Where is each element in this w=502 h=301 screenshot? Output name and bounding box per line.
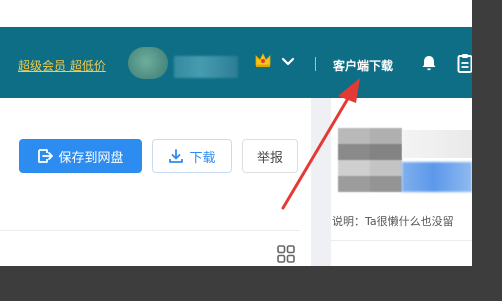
download-label: 下载 (189, 150, 216, 166)
report-label: 举报 (256, 150, 283, 166)
sharer-avatar-pixelated[interactable] (338, 128, 402, 192)
crown-icon (255, 53, 271, 67)
sharer-description: 说明：Ta很懒什么也没留 (332, 215, 454, 228)
save-to-disk-icon (38, 149, 54, 163)
sharer-info-blurred (402, 130, 472, 158)
header-divider (315, 57, 316, 71)
username-blurred (174, 56, 238, 78)
content-divider (0, 230, 300, 231)
report-button[interactable]: 举报 (242, 139, 298, 173)
vip-promo-link[interactable]: 超级会员 超低价 (18, 57, 106, 74)
column-gutter (311, 98, 331, 266)
client-download-link[interactable]: 客户端下载 (333, 57, 393, 74)
screenshot-stage: 超级会员 超低价 客户端下载 保存到网盘 下载 举报 说明：Ta很懒什么也没留 (0, 0, 502, 301)
file-content-panel (0, 98, 311, 266)
clipboard-icon[interactable] (457, 53, 472, 73)
browser-viewport: 超级会员 超低价 客户端下载 保存到网盘 下载 举报 说明：Ta很懒什么也没留 (0, 0, 472, 266)
save-to-cloud-label: 保存到网盘 (58, 150, 124, 166)
grid-view-icon[interactable] (277, 245, 295, 263)
chevron-down-icon[interactable] (281, 56, 295, 68)
bell-icon[interactable] (420, 54, 438, 72)
sharer-name-blurred (402, 162, 472, 192)
download-icon (169, 149, 184, 163)
download-button[interactable]: 下载 (152, 139, 232, 173)
save-to-cloud-button[interactable]: 保存到网盘 (19, 139, 142, 173)
user-avatar[interactable] (128, 47, 168, 79)
profile-divider (331, 240, 472, 241)
